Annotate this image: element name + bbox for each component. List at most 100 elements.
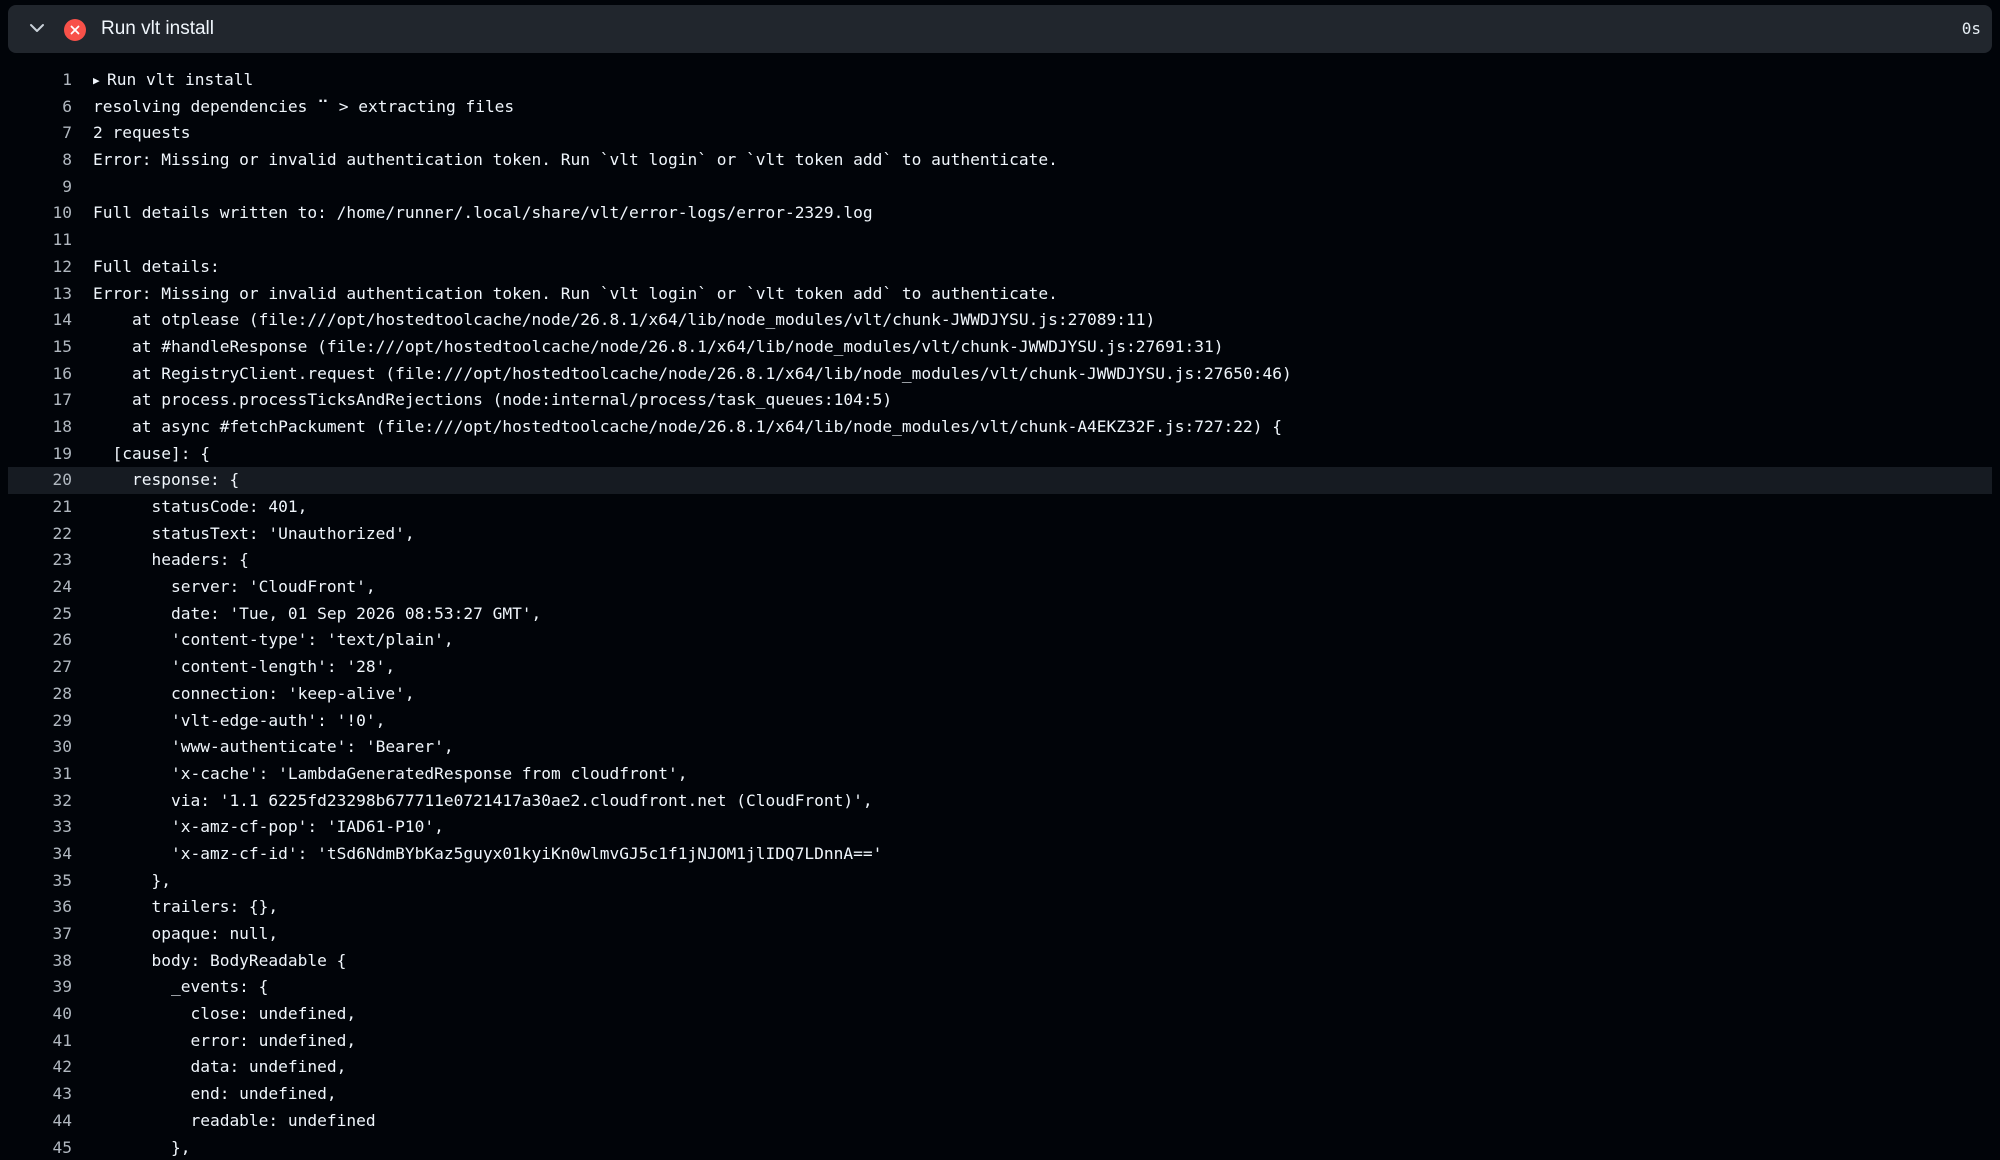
line-number[interactable]: 38 bbox=[8, 948, 73, 975]
log-line[interactable]: 42 data: undefined, bbox=[8, 1054, 1992, 1081]
line-number[interactable]: 33 bbox=[8, 814, 73, 841]
line-number[interactable]: 14 bbox=[8, 307, 73, 334]
log-line[interactable]: 30 'www-authenticate': 'Bearer', bbox=[8, 734, 1992, 761]
log-line[interactable]: 38 body: BodyReadable { bbox=[8, 948, 1992, 975]
line-number[interactable]: 16 bbox=[8, 361, 73, 388]
line-number[interactable]: 43 bbox=[8, 1081, 73, 1108]
line-number[interactable]: 23 bbox=[8, 547, 73, 574]
log-line[interactable]: 18 at async #fetchPackument (file:///opt… bbox=[8, 414, 1992, 441]
line-number[interactable]: 1 bbox=[8, 67, 72, 94]
log-line[interactable]: 41 error: undefined, bbox=[8, 1028, 1992, 1055]
line-text: Full details: bbox=[93, 256, 220, 276]
log-line[interactable]: 37 opaque: null, bbox=[8, 921, 1992, 948]
line-number[interactable]: 39 bbox=[8, 974, 73, 1001]
line-number[interactable]: 37 bbox=[8, 921, 73, 948]
log-line[interactable]: 19 [cause]: { bbox=[8, 441, 1992, 468]
log-line[interactable]: 9 bbox=[8, 174, 1992, 201]
line-number[interactable]: 45 bbox=[8, 1135, 73, 1160]
log-line[interactable]: 20 response: { bbox=[8, 467, 1992, 494]
log-line[interactable]: 23 headers: { bbox=[8, 547, 1992, 574]
log-line[interactable]: 6 resolving dependencies ⠉ > extracting f… bbox=[8, 94, 1992, 121]
log-line[interactable]: 31 'x-cache': 'LambdaGeneratedResponse f… bbox=[8, 761, 1992, 788]
log-line[interactable]: 39 _events: { bbox=[8, 974, 1992, 1001]
line-number[interactable]: 8 bbox=[8, 147, 72, 174]
line-number[interactable]: 26 bbox=[8, 627, 73, 654]
log-line[interactable]: 8 Error: Missing or invalid authenticatio… bbox=[8, 147, 1992, 174]
line-number[interactable]: 9 bbox=[8, 174, 72, 201]
line-number[interactable]: 15 bbox=[8, 334, 73, 361]
x-circle-icon bbox=[64, 19, 86, 41]
log-line[interactable]: 35 }, bbox=[8, 868, 1992, 895]
line-number[interactable]: 19 bbox=[8, 441, 73, 468]
line-number[interactable]: 44 bbox=[8, 1108, 73, 1135]
log-line[interactable]: 40 close: undefined, bbox=[8, 1001, 1992, 1028]
step-header[interactable]: Run vlt install 0s bbox=[8, 5, 1992, 53]
line-number[interactable]: 32 bbox=[8, 788, 73, 815]
log-line[interactable]: 17 at process.processTicksAndRejections … bbox=[8, 387, 1992, 414]
log-line[interactable]: 15 at #handleResponse (file:///opt/hoste… bbox=[8, 334, 1992, 361]
log-line[interactable]: 43 end: undefined, bbox=[8, 1081, 1992, 1108]
log-line[interactable]: 25 date: 'Tue, 01 Sep 2026 08:53:27 GMT'… bbox=[8, 601, 1992, 628]
line-number[interactable]: 6 bbox=[8, 94, 72, 121]
line-number[interactable]: 21 bbox=[8, 494, 73, 521]
line-text: 'vlt-edge-auth': '!0', bbox=[93, 710, 386, 730]
log-line[interactable]: 16 at RegistryClient.request (file:///op… bbox=[8, 361, 1992, 388]
log-line[interactable]: 10 Full details written to: /home/runner/… bbox=[8, 200, 1992, 227]
log-line[interactable]: 14 at otplease (file:///opt/hostedtoolca… bbox=[8, 307, 1992, 334]
line-number[interactable]: 27 bbox=[8, 654, 73, 681]
line-number[interactable]: 36 bbox=[8, 894, 73, 921]
line-number[interactable]: 24 bbox=[8, 574, 73, 601]
log-line[interactable]: 24 server: 'CloudFront', bbox=[8, 574, 1992, 601]
line-number[interactable]: 25 bbox=[8, 601, 73, 628]
log-line[interactable]: 11 bbox=[8, 227, 1992, 254]
line-text: opaque: null, bbox=[93, 924, 279, 943]
log-line[interactable]: 27 'content-length': '28', bbox=[8, 654, 1992, 681]
line-text: resolving dependencies ⠉ > extracting fi… bbox=[93, 96, 515, 116]
log-line[interactable]: 1 Run vlt install bbox=[8, 67, 1992, 94]
line-number[interactable]: 42 bbox=[8, 1054, 73, 1081]
log-line[interactable]: 45 }, bbox=[8, 1135, 1992, 1160]
line-number[interactable]: 7 bbox=[8, 120, 72, 147]
line-number[interactable]: 29 bbox=[8, 708, 73, 735]
log-line[interactable]: 21 statusCode: 401, bbox=[8, 494, 1992, 521]
log-line[interactable]: 29 'vlt-edge-auth': '!0', bbox=[8, 708, 1992, 735]
line-number[interactable]: 31 bbox=[8, 761, 73, 788]
line-text: end: undefined, bbox=[93, 1084, 337, 1104]
line-number[interactable]: 30 bbox=[8, 734, 73, 761]
log-line[interactable]: 22 statusText: 'Unauthorized', bbox=[8, 521, 1992, 548]
line-text: 'x-cache': 'LambdaGeneratedResponse from… bbox=[93, 763, 688, 783]
line-number[interactable]: 12 bbox=[8, 254, 73, 281]
line-number[interactable]: 35 bbox=[8, 868, 73, 895]
log-line[interactable]: 33 'x-amz-cf-pop': 'IAD61-P10', bbox=[8, 814, 1992, 841]
line-number[interactable]: 17 bbox=[8, 387, 73, 414]
line-text: body: BodyReadable { bbox=[93, 950, 347, 970]
log-line[interactable]: 44 readable: undefined bbox=[8, 1108, 1992, 1135]
line-number[interactable]: 11 bbox=[8, 227, 73, 254]
log-line[interactable]: 28 connection: 'keep-alive', bbox=[8, 681, 1992, 708]
log-line[interactable]: 34 'x-amz-cf-id': 'tSd6NdmBYbKaz5guyx01k… bbox=[8, 841, 1992, 868]
line-number[interactable]: 13 bbox=[8, 281, 73, 308]
line-number[interactable]: 18 bbox=[8, 414, 73, 441]
log-line[interactable]: 7 2 requests bbox=[8, 120, 1992, 147]
line-number[interactable]: 34 bbox=[8, 841, 73, 868]
line-text: Full details written to: /home/runner/.l… bbox=[93, 203, 873, 223]
chevron-down-icon[interactable] bbox=[27, 18, 47, 38]
line-text: server: 'CloudFront', bbox=[93, 577, 376, 597]
log-line[interactable]: 32 via: '1.1 6225fd23298b677711e0721417a… bbox=[8, 788, 1992, 815]
line-number[interactable]: 28 bbox=[8, 681, 73, 708]
log-line[interactable]: 12 Full details: bbox=[8, 254, 1992, 281]
log-group-toggle[interactable]: Run vlt install bbox=[93, 67, 253, 95]
line-number[interactable]: 41 bbox=[8, 1028, 73, 1055]
line-number[interactable]: 40 bbox=[8, 1001, 73, 1028]
line-text: 'www-authenticate': 'Bearer', bbox=[93, 737, 454, 757]
line-text: at RegistryClient.request (file:///opt/h… bbox=[93, 363, 1292, 383]
log-line[interactable]: 13 Error: Missing or invalid authenticati… bbox=[8, 281, 1992, 308]
line-number[interactable]: 10 bbox=[8, 200, 73, 227]
line-number[interactable]: 20 bbox=[8, 467, 73, 494]
log-line[interactable]: 26 'content-type': 'text/plain', bbox=[8, 627, 1992, 654]
line-text: }, bbox=[93, 1137, 191, 1157]
line-text: statusCode: 401, bbox=[93, 497, 308, 516]
line-text: readable: undefined bbox=[93, 1110, 376, 1130]
line-number[interactable]: 22 bbox=[8, 521, 73, 548]
log-line[interactable]: 36 trailers: {}, bbox=[8, 894, 1992, 921]
